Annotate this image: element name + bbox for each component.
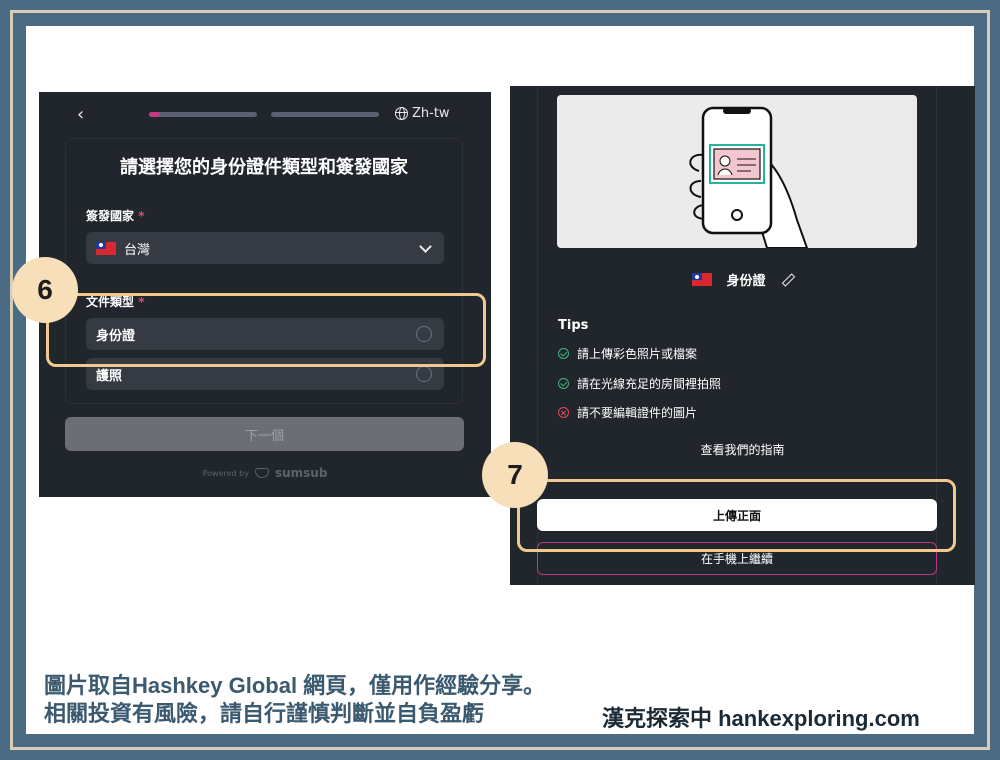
powered-by-text: Powered by bbox=[202, 468, 249, 478]
document-name: 身份證 bbox=[726, 274, 766, 289]
tip-text: 請在光線充足的房間裡拍照 bbox=[577, 377, 722, 391]
brand-caption: 漢克探索中 hankexploring.com bbox=[602, 706, 920, 731]
chevron-down-icon bbox=[419, 240, 432, 253]
phone-id-illustration bbox=[557, 95, 917, 248]
step-7-badge: 7 bbox=[482, 442, 548, 508]
step-6-badge: 6 bbox=[12, 257, 78, 323]
globe-icon bbox=[395, 107, 408, 120]
highlight-box-step-6 bbox=[46, 293, 486, 367]
country-value: 台灣 bbox=[124, 242, 151, 258]
check-circle-icon bbox=[558, 348, 569, 359]
country-select[interactable]: 台灣 bbox=[86, 232, 444, 264]
x-circle-icon bbox=[558, 407, 569, 418]
next-button[interactable]: 下一個 bbox=[65, 417, 464, 451]
progress-step-2 bbox=[271, 112, 379, 117]
powered-by-footer: Powered by sumsub bbox=[39, 466, 491, 480]
required-mark: * bbox=[138, 209, 145, 223]
option-label: 護照 bbox=[96, 368, 123, 384]
tip-text: 請不要編輯證件的圖片 bbox=[577, 406, 698, 420]
progress-fill bbox=[149, 112, 160, 117]
tip-item: 請上傳彩色照片或檔案 bbox=[558, 345, 697, 362]
hand-holding-phone-icon bbox=[689, 106, 809, 248]
tip-item: 請不要編輯證件的圖片 bbox=[558, 404, 697, 421]
radio-button[interactable] bbox=[416, 366, 432, 382]
caption-line-1: 圖片取自Hashkey Global 網頁，僅用作經驗分享。 bbox=[44, 673, 546, 698]
taiwan-flag-icon bbox=[96, 241, 116, 255]
chevron-left-icon[interactable]: ‹ bbox=[77, 106, 84, 124]
tip-text: 請上傳彩色照片或檔案 bbox=[577, 347, 698, 361]
selected-document: 身份證 bbox=[510, 270, 975, 289]
caption-line-2: 相關投資有風險，請自行謹慎判斷並自負盈虧 bbox=[44, 701, 485, 726]
view-guide-link[interactable]: 查看我們的指南 bbox=[510, 441, 975, 458]
tips-heading: Tips bbox=[558, 318, 589, 333]
taiwan-flag-icon bbox=[692, 273, 713, 286]
country-label: 簽發國家 * bbox=[86, 207, 144, 224]
edit-pencil-icon[interactable] bbox=[782, 274, 793, 285]
language-selector[interactable]: Zh-tw bbox=[395, 106, 450, 121]
check-circle-icon bbox=[558, 378, 569, 389]
powered-brand: sumsub bbox=[274, 466, 328, 480]
country-label-text: 簽發國家 bbox=[86, 209, 135, 223]
highlight-box-step-7 bbox=[517, 479, 956, 552]
progress-step-1 bbox=[149, 112, 257, 117]
page-title: 請選擇您的身份證件類型和簽發國家 bbox=[120, 157, 408, 178]
sumsub-logo-icon bbox=[254, 468, 269, 478]
tip-item: 請在光線充足的房間裡拍照 bbox=[558, 375, 721, 392]
language-label: Zh-tw bbox=[412, 106, 450, 121]
